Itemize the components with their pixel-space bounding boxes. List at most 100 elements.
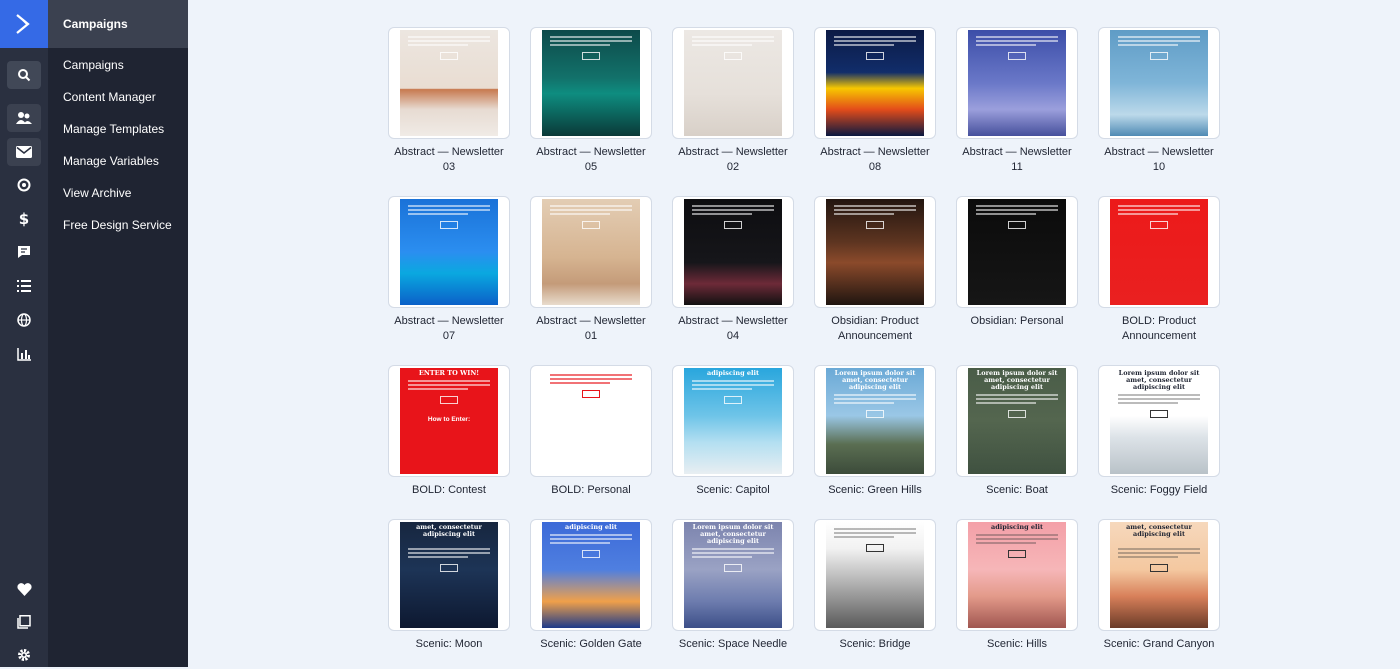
- template-preview-image: Lorem ipsum dolor sit amet, consectetur …: [684, 522, 782, 628]
- preview-headline: ENTER TO WIN!: [418, 369, 480, 377]
- template-card[interactable]: Abstract — Newsletter 02: [672, 27, 794, 175]
- template-thumbnail[interactable]: [672, 196, 794, 308]
- template-thumbnail[interactable]: [814, 27, 936, 139]
- gear-icon[interactable]: [7, 641, 41, 669]
- template-label: BOLD: Contest: [412, 484, 486, 496]
- template-card[interactable]: amet, consectetur adipiscing elit Scenic:…: [388, 519, 510, 652]
- template-card[interactable]: Abstract — Newsletter 07: [388, 196, 510, 344]
- template-card[interactable]: adipiscing elit Scenic: Hills: [956, 519, 1078, 652]
- template-thumbnail[interactable]: adipiscing elit: [672, 365, 794, 477]
- template-preview-image: Lorem ipsum dolor sit amet, consectetur …: [1110, 368, 1208, 474]
- reports-icon[interactable]: [7, 340, 41, 368]
- template-thumbnail[interactable]: [814, 196, 936, 308]
- icon-rail: $: [0, 0, 48, 667]
- template-thumbnail[interactable]: [388, 196, 510, 308]
- mail-icon[interactable]: [7, 138, 41, 166]
- menu-item-campaigns[interactable]: Campaigns: [63, 58, 124, 72]
- target-icon[interactable]: [7, 171, 41, 199]
- template-label: Abstract — Newsletter 05: [536, 146, 646, 173]
- template-preview-image: amet, consectetur adipiscing elit: [1110, 522, 1208, 628]
- template-preview-image: [684, 30, 782, 136]
- template-card[interactable]: ENTER TO WIN! How to Enter: BOLD: Contest: [388, 365, 510, 498]
- menu-item-free-design-service[interactable]: Free Design Service: [63, 218, 172, 232]
- template-label: Obsidian: Product Announcement: [831, 315, 919, 342]
- template-card[interactable]: BOLD: Product Announcement: [1098, 196, 1220, 344]
- template-card[interactable]: Abstract — Newsletter 11: [956, 27, 1078, 175]
- template-thumbnail[interactable]: Lorem ipsum dolor sit amet, consectetur …: [672, 519, 794, 631]
- template-thumbnail[interactable]: amet, consectetur adipiscing elit: [1098, 519, 1220, 631]
- template-card[interactable]: Lorem ipsum dolor sit amet, consectetur …: [956, 365, 1078, 498]
- globe-icon[interactable]: [7, 306, 41, 334]
- template-card[interactable]: Lorem ipsum dolor sit amet, consectetur …: [814, 365, 936, 498]
- contacts-icon[interactable]: [7, 104, 41, 132]
- template-thumbnail[interactable]: ENTER TO WIN! How to Enter:: [388, 365, 510, 477]
- menu-item-content-manager[interactable]: Content Manager: [63, 90, 156, 104]
- template-card[interactable]: adipiscing elit Scenic: Capitol: [672, 365, 794, 498]
- template-card[interactable]: Abstract — Newsletter 03: [388, 27, 510, 175]
- preview-headline: Lorem ipsum dolor sit amet, consectetur …: [834, 369, 916, 391]
- template-card[interactable]: Obsidian: Product Announcement: [814, 196, 936, 344]
- logo[interactable]: [0, 0, 48, 48]
- template-thumbnail[interactable]: adipiscing elit: [956, 519, 1078, 631]
- template-thumbnail[interactable]: Lorem ipsum dolor sit amet, consectetur …: [1098, 365, 1220, 477]
- template-thumbnail[interactable]: [814, 519, 936, 631]
- dollar-icon[interactable]: $: [7, 205, 41, 233]
- template-card[interactable]: Lorem ipsum dolor sit amet, consectetur …: [672, 519, 794, 652]
- template-card[interactable]: Abstract — Newsletter 05: [530, 27, 652, 175]
- template-preview-image: amet, consectetur adipiscing elit: [400, 522, 498, 628]
- template-label: Abstract — Newsletter 01: [536, 315, 646, 342]
- template-preview-image: ENTER TO WIN! How to Enter:: [400, 368, 498, 474]
- template-preview-image: [826, 199, 924, 305]
- template-gallery: gg g9 Abstract — Newsletter 03 Abstract —…: [188, 0, 1400, 667]
- template-thumbnail[interactable]: [530, 27, 652, 139]
- template-card[interactable]: Abstract — Newsletter 04: [672, 196, 794, 344]
- campaigns-submenu: Campaigns Campaigns Content Manager Mana…: [48, 0, 188, 667]
- menu-item-view-archive[interactable]: View Archive: [63, 186, 131, 200]
- template-label: Abstract — Newsletter 02: [678, 146, 788, 173]
- template-label: Abstract — Newsletter 03: [394, 146, 504, 173]
- template-thumbnail[interactable]: [530, 196, 652, 308]
- heart-icon[interactable]: [7, 575, 41, 603]
- menu-item-manage-templates[interactable]: Manage Templates: [63, 122, 164, 136]
- template-preview-image: adipiscing elit: [542, 522, 640, 628]
- template-thumbnail[interactable]: [388, 27, 510, 139]
- template-preview-image: [542, 368, 640, 474]
- template-thumbnail[interactable]: adipiscing elit: [530, 519, 652, 631]
- template-thumbnail[interactable]: [956, 27, 1078, 139]
- template-card[interactable]: BOLD: Personal: [530, 365, 652, 498]
- template-thumbnail[interactable]: [1098, 27, 1220, 139]
- template-preview-image: [1110, 199, 1208, 305]
- template-label: Scenic: Bridge: [839, 638, 911, 650]
- template-card[interactable]: Abstract — Newsletter 01: [530, 196, 652, 344]
- template-card[interactable]: Obsidian: Personal: [956, 196, 1078, 329]
- template-thumbnail[interactable]: amet, consectetur adipiscing elit: [388, 519, 510, 631]
- template-thumbnail[interactable]: [530, 365, 652, 477]
- template-thumbnail[interactable]: [672, 27, 794, 139]
- submenu-title: Campaigns: [48, 0, 188, 48]
- conversations-icon[interactable]: [7, 238, 41, 266]
- template-card[interactable]: Lorem ipsum dolor sit amet, consectetur …: [1098, 365, 1220, 498]
- pages-icon[interactable]: [7, 608, 41, 636]
- template-thumbnail[interactable]: Lorem ipsum dolor sit amet, consectetur …: [814, 365, 936, 477]
- template-card[interactable]: Scenic: Bridge: [814, 519, 936, 652]
- preview-headline: amet, consectetur adipiscing elit: [416, 523, 482, 538]
- template-card[interactable]: adipiscing elit Scenic: Golden Gate: [530, 519, 652, 652]
- template-thumbnail[interactable]: [1098, 196, 1220, 308]
- partial-label: g9: [1138, 0, 1158, 2]
- template-card[interactable]: Abstract — Newsletter 08: [814, 27, 936, 175]
- template-label: Scenic: Grand Canyon: [1103, 638, 1215, 650]
- template-thumbnail[interactable]: Lorem ipsum dolor sit amet, consectetur …: [956, 365, 1078, 477]
- preview-subheading: How to Enter:: [427, 416, 471, 423]
- template-label: Scenic: Foggy Field: [1110, 484, 1208, 496]
- template-thumbnail[interactable]: [956, 196, 1078, 308]
- search-icon[interactable]: [7, 61, 41, 89]
- template-card[interactable]: Abstract — Newsletter 10: [1098, 27, 1220, 175]
- template-preview-image: adipiscing elit: [684, 368, 782, 474]
- template-preview-image: [968, 30, 1066, 136]
- template-card[interactable]: amet, consectetur adipiscing elit Scenic:…: [1098, 519, 1220, 652]
- lists-icon[interactable]: [7, 272, 41, 300]
- menu-item-manage-variables[interactable]: Manage Variables: [63, 154, 159, 168]
- preview-headline: Lorem ipsum dolor sit amet, consectetur …: [692, 523, 774, 545]
- preview-headline: adipiscing elit: [707, 369, 759, 377]
- template-preview-image: Lorem ipsum dolor sit amet, consectetur …: [826, 368, 924, 474]
